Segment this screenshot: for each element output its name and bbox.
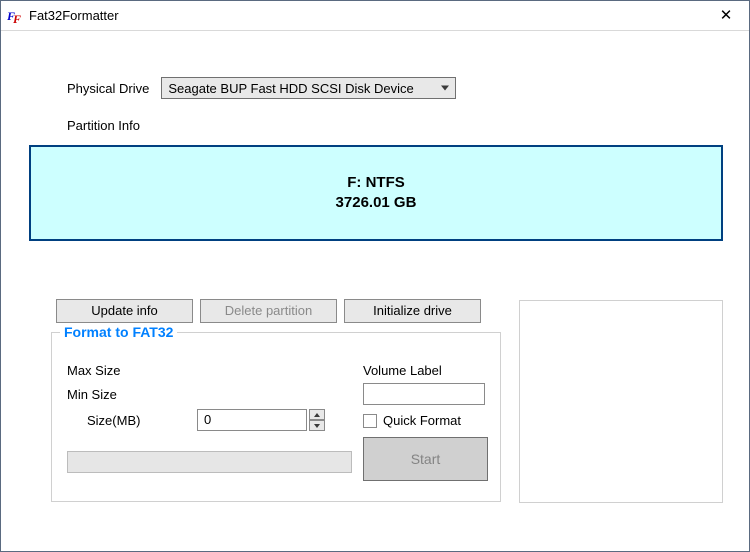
- update-info-button[interactable]: Update info: [56, 299, 193, 323]
- partition-size-line: 3726.01 GB: [336, 193, 417, 213]
- initialize-drive-button[interactable]: Initialize drive: [344, 299, 481, 323]
- volume-label-label: Volume Label: [363, 363, 442, 378]
- size-mb-spinner[interactable]: [309, 409, 325, 431]
- physical-drive-label: Physical Drive: [67, 81, 149, 96]
- physical-drive-select[interactable]: Seagate BUP Fast HDD SCSI Disk Device: [161, 77, 456, 99]
- window-title: Fat32Formatter: [29, 8, 703, 23]
- checkbox-box-icon: [363, 414, 377, 428]
- client-area: Physical Drive Seagate BUP Fast HDD SCSI…: [2, 32, 748, 550]
- quick-format-checkbox[interactable]: Quick Format: [363, 413, 461, 428]
- svg-text:F: F: [12, 12, 21, 24]
- max-size-label: Max Size: [67, 363, 120, 378]
- action-buttons-row: Update info Delete partition Initialize …: [56, 299, 481, 323]
- format-groupbox: Format to FAT32 Max Size Min Size Size(M…: [51, 332, 501, 502]
- physical-drive-row: Physical Drive Seagate BUP Fast HDD SCSI…: [67, 77, 456, 99]
- format-progressbar: [67, 451, 352, 473]
- chevron-down-icon: [441, 86, 449, 91]
- quick-format-label: Quick Format: [383, 413, 461, 428]
- app-window: F F Fat32Formatter ✕ Physical Drive Seag…: [0, 0, 750, 552]
- spinner-up-icon[interactable]: [309, 409, 325, 420]
- format-group-title: Format to FAT32: [60, 324, 177, 340]
- min-size-label: Min Size: [67, 387, 117, 402]
- size-mb-label: Size(MB): [87, 413, 140, 428]
- size-mb-input[interactable]: 0: [197, 409, 307, 431]
- start-button[interactable]: Start: [363, 437, 488, 481]
- titlebar: F F Fat32Formatter ✕: [1, 1, 749, 31]
- close-button[interactable]: ✕: [703, 1, 749, 30]
- delete-partition-button[interactable]: Delete partition: [200, 299, 337, 323]
- partition-drive-line: F: NTFS: [347, 173, 405, 193]
- app-icon: F F: [7, 8, 23, 24]
- partition-box[interactable]: F: NTFS 3726.01 GB: [29, 145, 723, 241]
- volume-label-input[interactable]: [363, 383, 485, 405]
- spinner-down-icon[interactable]: [309, 420, 325, 431]
- physical-drive-selected: Seagate BUP Fast HDD SCSI Disk Device: [168, 81, 413, 96]
- partition-info-label: Partition Info: [67, 118, 140, 133]
- side-panel: [519, 300, 723, 503]
